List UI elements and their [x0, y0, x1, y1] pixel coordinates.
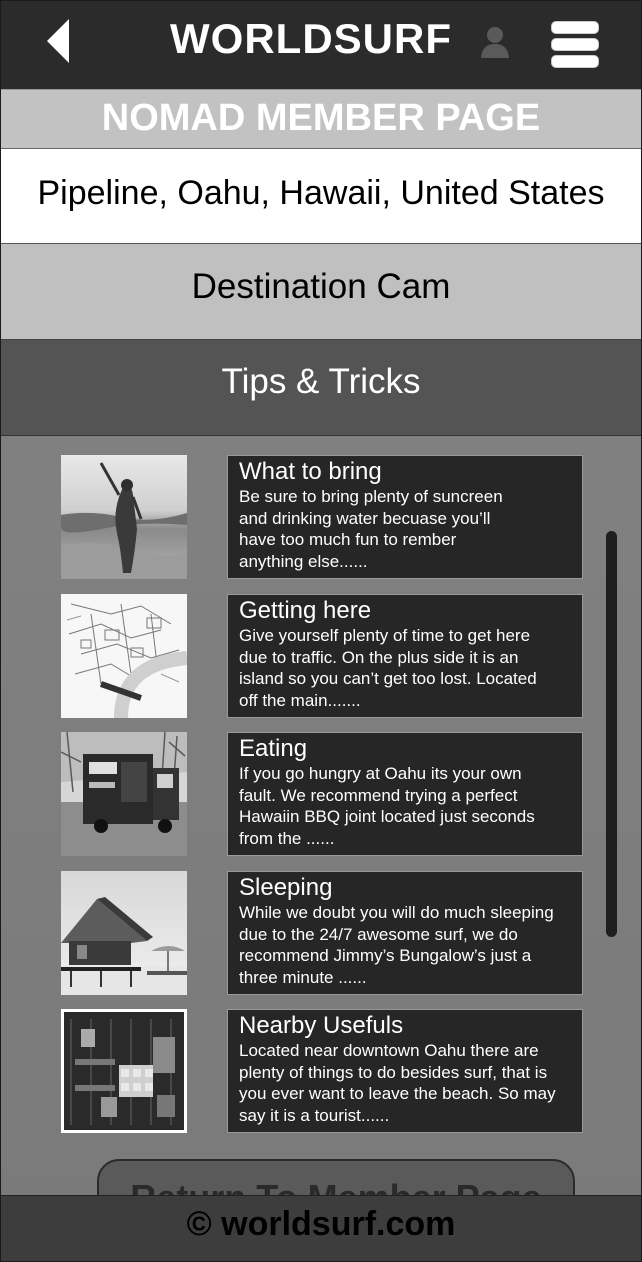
tip-image-shop — [61, 1009, 187, 1133]
tip-image-food-truck — [61, 732, 187, 856]
tip-title: Eating — [239, 735, 308, 762]
tip-text: Be sure to bring plenty of suncreen and … — [239, 487, 503, 571]
page-title: NOMAD MEMBER PAGE — [1, 89, 641, 149]
tip-item[interactable]: Eating If you go hungry at Oahu its your… — [61, 732, 583, 856]
tip-item[interactable]: Nearby Usefuls Located near downtown Oah… — [61, 1009, 583, 1133]
user-button[interactable] — [479, 25, 511, 59]
tip-image-map — [61, 594, 187, 718]
back-button[interactable] — [41, 17, 81, 65]
hamburger-menu-icon — [551, 21, 599, 68]
tip-title: Sleeping — [239, 874, 333, 901]
tip-title: Getting here — [239, 597, 372, 624]
tip-card: Nearby Usefuls Located near downtown Oah… — [227, 1009, 583, 1133]
location-label: Pipeline, Oahu, Hawaii, United States — [1, 149, 641, 244]
tip-card: What to bring Be sure to bring plenty of… — [227, 455, 583, 579]
tip-item[interactable]: Sleeping While we doubt you will do much… — [61, 871, 583, 995]
tip-text: Give yourself plenty of time to get here… — [239, 626, 537, 710]
header-bar: WORLDSURF — [1, 1, 641, 89]
tip-title: What to bring — [239, 458, 382, 485]
tip-item[interactable]: What to bring Be sure to bring plenty of… — [61, 455, 583, 579]
tip-text: If you go hungry at Oahu its your own fa… — [239, 764, 535, 848]
tab-tips-and-tricks[interactable]: Tips & Tricks — [1, 340, 641, 436]
tip-image-bungalow — [61, 871, 187, 995]
tip-image-beach — [61, 455, 187, 579]
scrollbar-thumb[interactable] — [606, 531, 617, 937]
user-icon — [481, 27, 509, 58]
hamburger-menu-button[interactable] — [551, 21, 599, 68]
tip-item[interactable]: Getting here Give yourself plenty of tim… — [61, 594, 583, 718]
tip-card: Sleeping While we doubt you will do much… — [227, 871, 583, 995]
tip-title: Nearby Usefuls — [239, 1012, 404, 1039]
chevron-left-icon — [47, 19, 69, 63]
tab-destination-cam[interactable]: Destination Cam — [1, 244, 641, 340]
tip-card: Getting here Give yourself plenty of tim… — [227, 594, 583, 718]
tip-text: Located near downtown Oahu there are ple… — [239, 1041, 556, 1125]
app-title: WORLDSURF — [170, 15, 452, 62]
tip-text: While we doubt you will do much sleeping… — [239, 903, 554, 987]
footer-copyright: © worldsurf.com — [1, 1195, 641, 1261]
app-frame: WORLDSURF NOMAD MEMBER PAGE Pipeline, Oa… — [0, 0, 642, 1262]
tip-card: Eating If you go hungry at Oahu its your… — [227, 732, 583, 856]
